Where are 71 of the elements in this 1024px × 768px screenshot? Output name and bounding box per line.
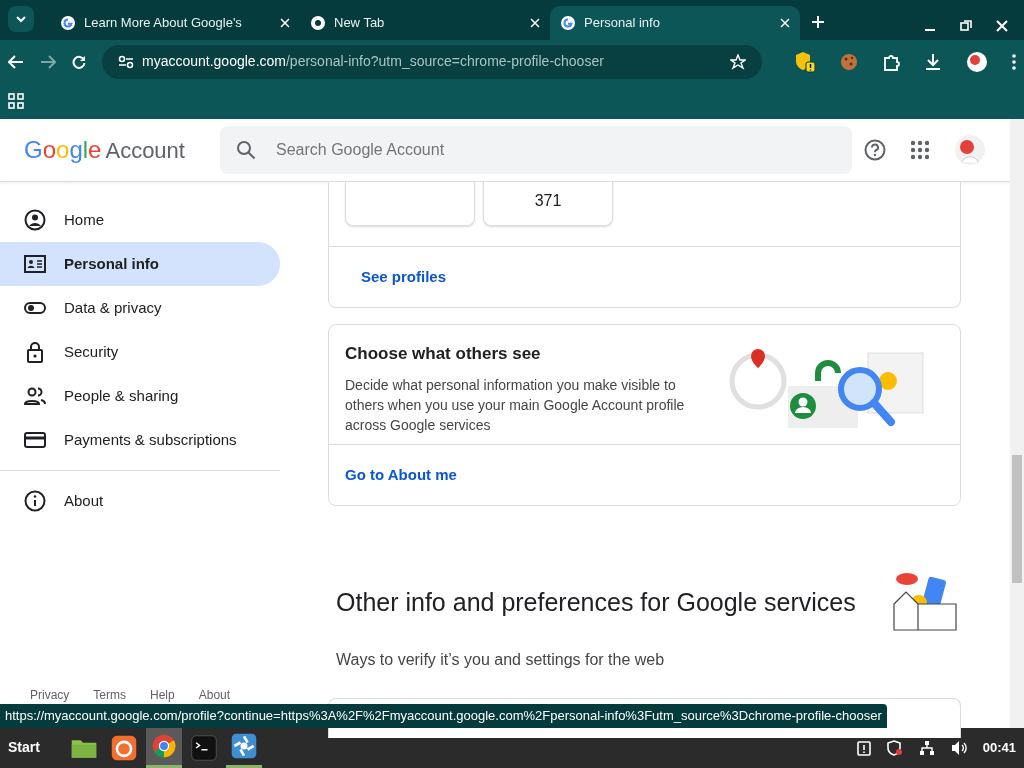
volume-icon[interactable] xyxy=(950,739,967,756)
sidebar-item[interactable]: About xyxy=(0,479,280,524)
close-icon[interactable] xyxy=(530,18,540,28)
search-icon[interactable] xyxy=(236,139,256,160)
section-subtitle: Ways to verify it’s you and settings for the web xyxy=(335,650,666,671)
apps-icon[interactable] xyxy=(910,139,930,160)
close-icon[interactable] xyxy=(996,20,1008,32)
sidebar-item[interactable]: Data & privacy xyxy=(0,286,280,331)
profile-tile[interactable] xyxy=(345,182,475,227)
info-icon xyxy=(24,490,46,513)
close-icon[interactable] xyxy=(280,18,290,28)
see-profiles-link[interactable]: See profiles xyxy=(345,268,447,286)
shield-icon[interactable] xyxy=(886,739,903,756)
url-text: myaccount.google.com/personal-info?utm_source=chrome-profile-chooser xyxy=(142,52,605,72)
profile-avatar-icon[interactable] xyxy=(954,133,986,166)
cookie-icon[interactable] xyxy=(840,52,858,71)
sidebar-item[interactable]: Security xyxy=(0,330,280,375)
about-me-link[interactable]: Go to About me xyxy=(329,466,457,484)
terminal-icon xyxy=(189,733,218,762)
card-title: Choose what others see xyxy=(345,343,542,366)
scrollbar[interactable] xyxy=(1010,118,1024,728)
lock-icon xyxy=(24,341,46,364)
profile-avatar-icon[interactable] xyxy=(966,50,988,73)
start-button[interactable]: Start xyxy=(0,737,48,759)
clipboard-icon[interactable] xyxy=(856,739,871,756)
address-bar[interactable]: myaccount.google.com/personal-info?utm_source=chrome-profile-chooser xyxy=(102,44,762,79)
person-circle-icon xyxy=(24,209,46,232)
chevron-down-icon xyxy=(16,15,26,23)
google-icon xyxy=(560,15,576,31)
browser-tab[interactable]: New Tab xyxy=(300,6,550,40)
card-description: Decide what personal information you make visible to others when you use your main Google Account profile across Google services xyxy=(345,375,685,435)
back-icon[interactable] xyxy=(8,54,24,69)
sidebar-item[interactable]: Personal info xyxy=(0,242,280,287)
site-settings-icon[interactable] xyxy=(118,54,134,69)
google-account-logo[interactable]: Google Account xyxy=(0,131,220,168)
sidebar-item[interactable]: Payments & subscriptions xyxy=(0,418,280,463)
new-tab-icon[interactable] xyxy=(812,16,824,28)
tab-search-button[interactable] xyxy=(8,6,34,32)
sidebar-item[interactable]: Home xyxy=(0,198,280,243)
google-icon xyxy=(60,15,76,31)
people-icon xyxy=(24,385,46,408)
shield-warning-icon[interactable] xyxy=(794,50,816,73)
download-icon[interactable] xyxy=(924,52,942,71)
profile-tile[interactable]: 371 xyxy=(483,182,613,227)
star-icon[interactable] xyxy=(730,53,746,70)
footer-link[interactable]: Help xyxy=(150,685,175,704)
network-icon[interactable] xyxy=(918,739,935,756)
reload-icon[interactable] xyxy=(72,54,86,69)
taskbar-app[interactable] xyxy=(145,727,182,768)
search-field[interactable]: Search Google Account xyxy=(220,125,852,174)
id-card-icon xyxy=(24,253,46,276)
footer-link[interactable]: Privacy xyxy=(30,685,70,704)
sidebar-item[interactable]: People & sharing xyxy=(0,374,280,419)
pinwheel-icon xyxy=(229,732,258,761)
browser-tab[interactable]: Learn More About Google's xyxy=(50,6,300,40)
status-url: https://myaccount.google.com/profile?continue=https%3A%2F%2Fmyaccount.google.com%2Fpersonal-info%3Futm_source%3Dchrome-profile-chooser xyxy=(0,704,887,728)
section-title: Other info and preferences for Google services xyxy=(336,586,856,618)
scrollbar-thumb[interactable] xyxy=(1012,454,1022,583)
firefox-icon xyxy=(109,733,138,762)
restore-icon[interactable] xyxy=(960,20,972,32)
footer-link[interactable]: About xyxy=(198,685,231,704)
help-icon[interactable] xyxy=(864,138,886,161)
close-icon[interactable] xyxy=(780,18,790,28)
apps-grid-icon[interactable] xyxy=(8,92,24,109)
puzzle-icon[interactable] xyxy=(882,52,900,71)
forward-icon xyxy=(40,54,56,69)
chrome-icon xyxy=(310,15,326,31)
browser-tab[interactable]: Personal info xyxy=(550,6,800,40)
menu-icon[interactable] xyxy=(1012,53,1016,70)
clock: 00:41 xyxy=(982,739,1016,758)
footer-link[interactable]: Terms xyxy=(93,685,126,704)
